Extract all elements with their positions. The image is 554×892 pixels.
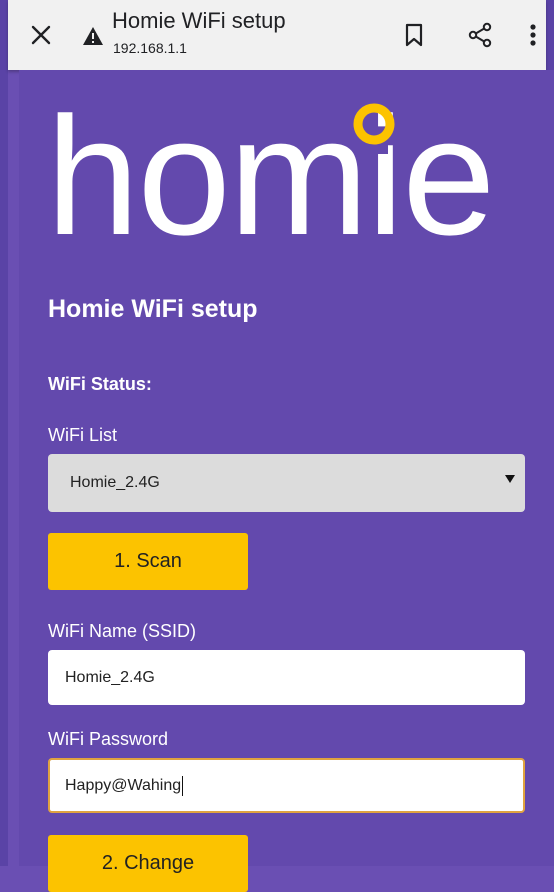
homie-logo: homie [46, 82, 496, 262]
wifi-list-select[interactable]: Homie_2.4G [48, 454, 525, 512]
password-input[interactable]: Happy@Wahing [48, 758, 525, 813]
close-icon[interactable] [24, 18, 58, 52]
password-label: WiFi Password [48, 729, 169, 749]
password-value: Happy@Wahing [65, 776, 182, 794]
dropdown-arrow-icon [505, 475, 515, 483]
change-button[interactable]: 2. Change [48, 835, 248, 892]
setup-page: homie Homie WiFi setup WiFi Status: WiFi… [19, 70, 554, 892]
left-edge [0, 0, 8, 866]
setup-heading: Homie WiFi setup [48, 295, 258, 323]
bookmark-icon[interactable] [396, 17, 432, 53]
ssid-input[interactable]: Homie_2.4G [48, 650, 525, 705]
wifi-status-label: WiFi Status: [48, 374, 152, 394]
svg-text:homie: homie [46, 82, 494, 262]
text-caret [182, 775, 184, 796]
warning-icon[interactable] [82, 26, 104, 46]
ssid-label: WiFi Name (SSID) [48, 621, 196, 641]
share-icon[interactable] [462, 17, 498, 53]
more-icon[interactable] [520, 17, 546, 53]
wifi-list-selected: Homie_2.4G [70, 474, 160, 491]
page-title[interactable]: Homie WiFi setup [112, 8, 286, 34]
scan-button[interactable]: 1. Scan [48, 533, 248, 590]
url-text[interactable]: 192.168.1.1 [113, 40, 187, 56]
wifi-list-label: WiFi List [48, 425, 117, 445]
browser-toolbar: Homie WiFi setup 192.168.1.1 [8, 0, 546, 70]
ssid-value: Homie_2.4G [65, 668, 155, 686]
